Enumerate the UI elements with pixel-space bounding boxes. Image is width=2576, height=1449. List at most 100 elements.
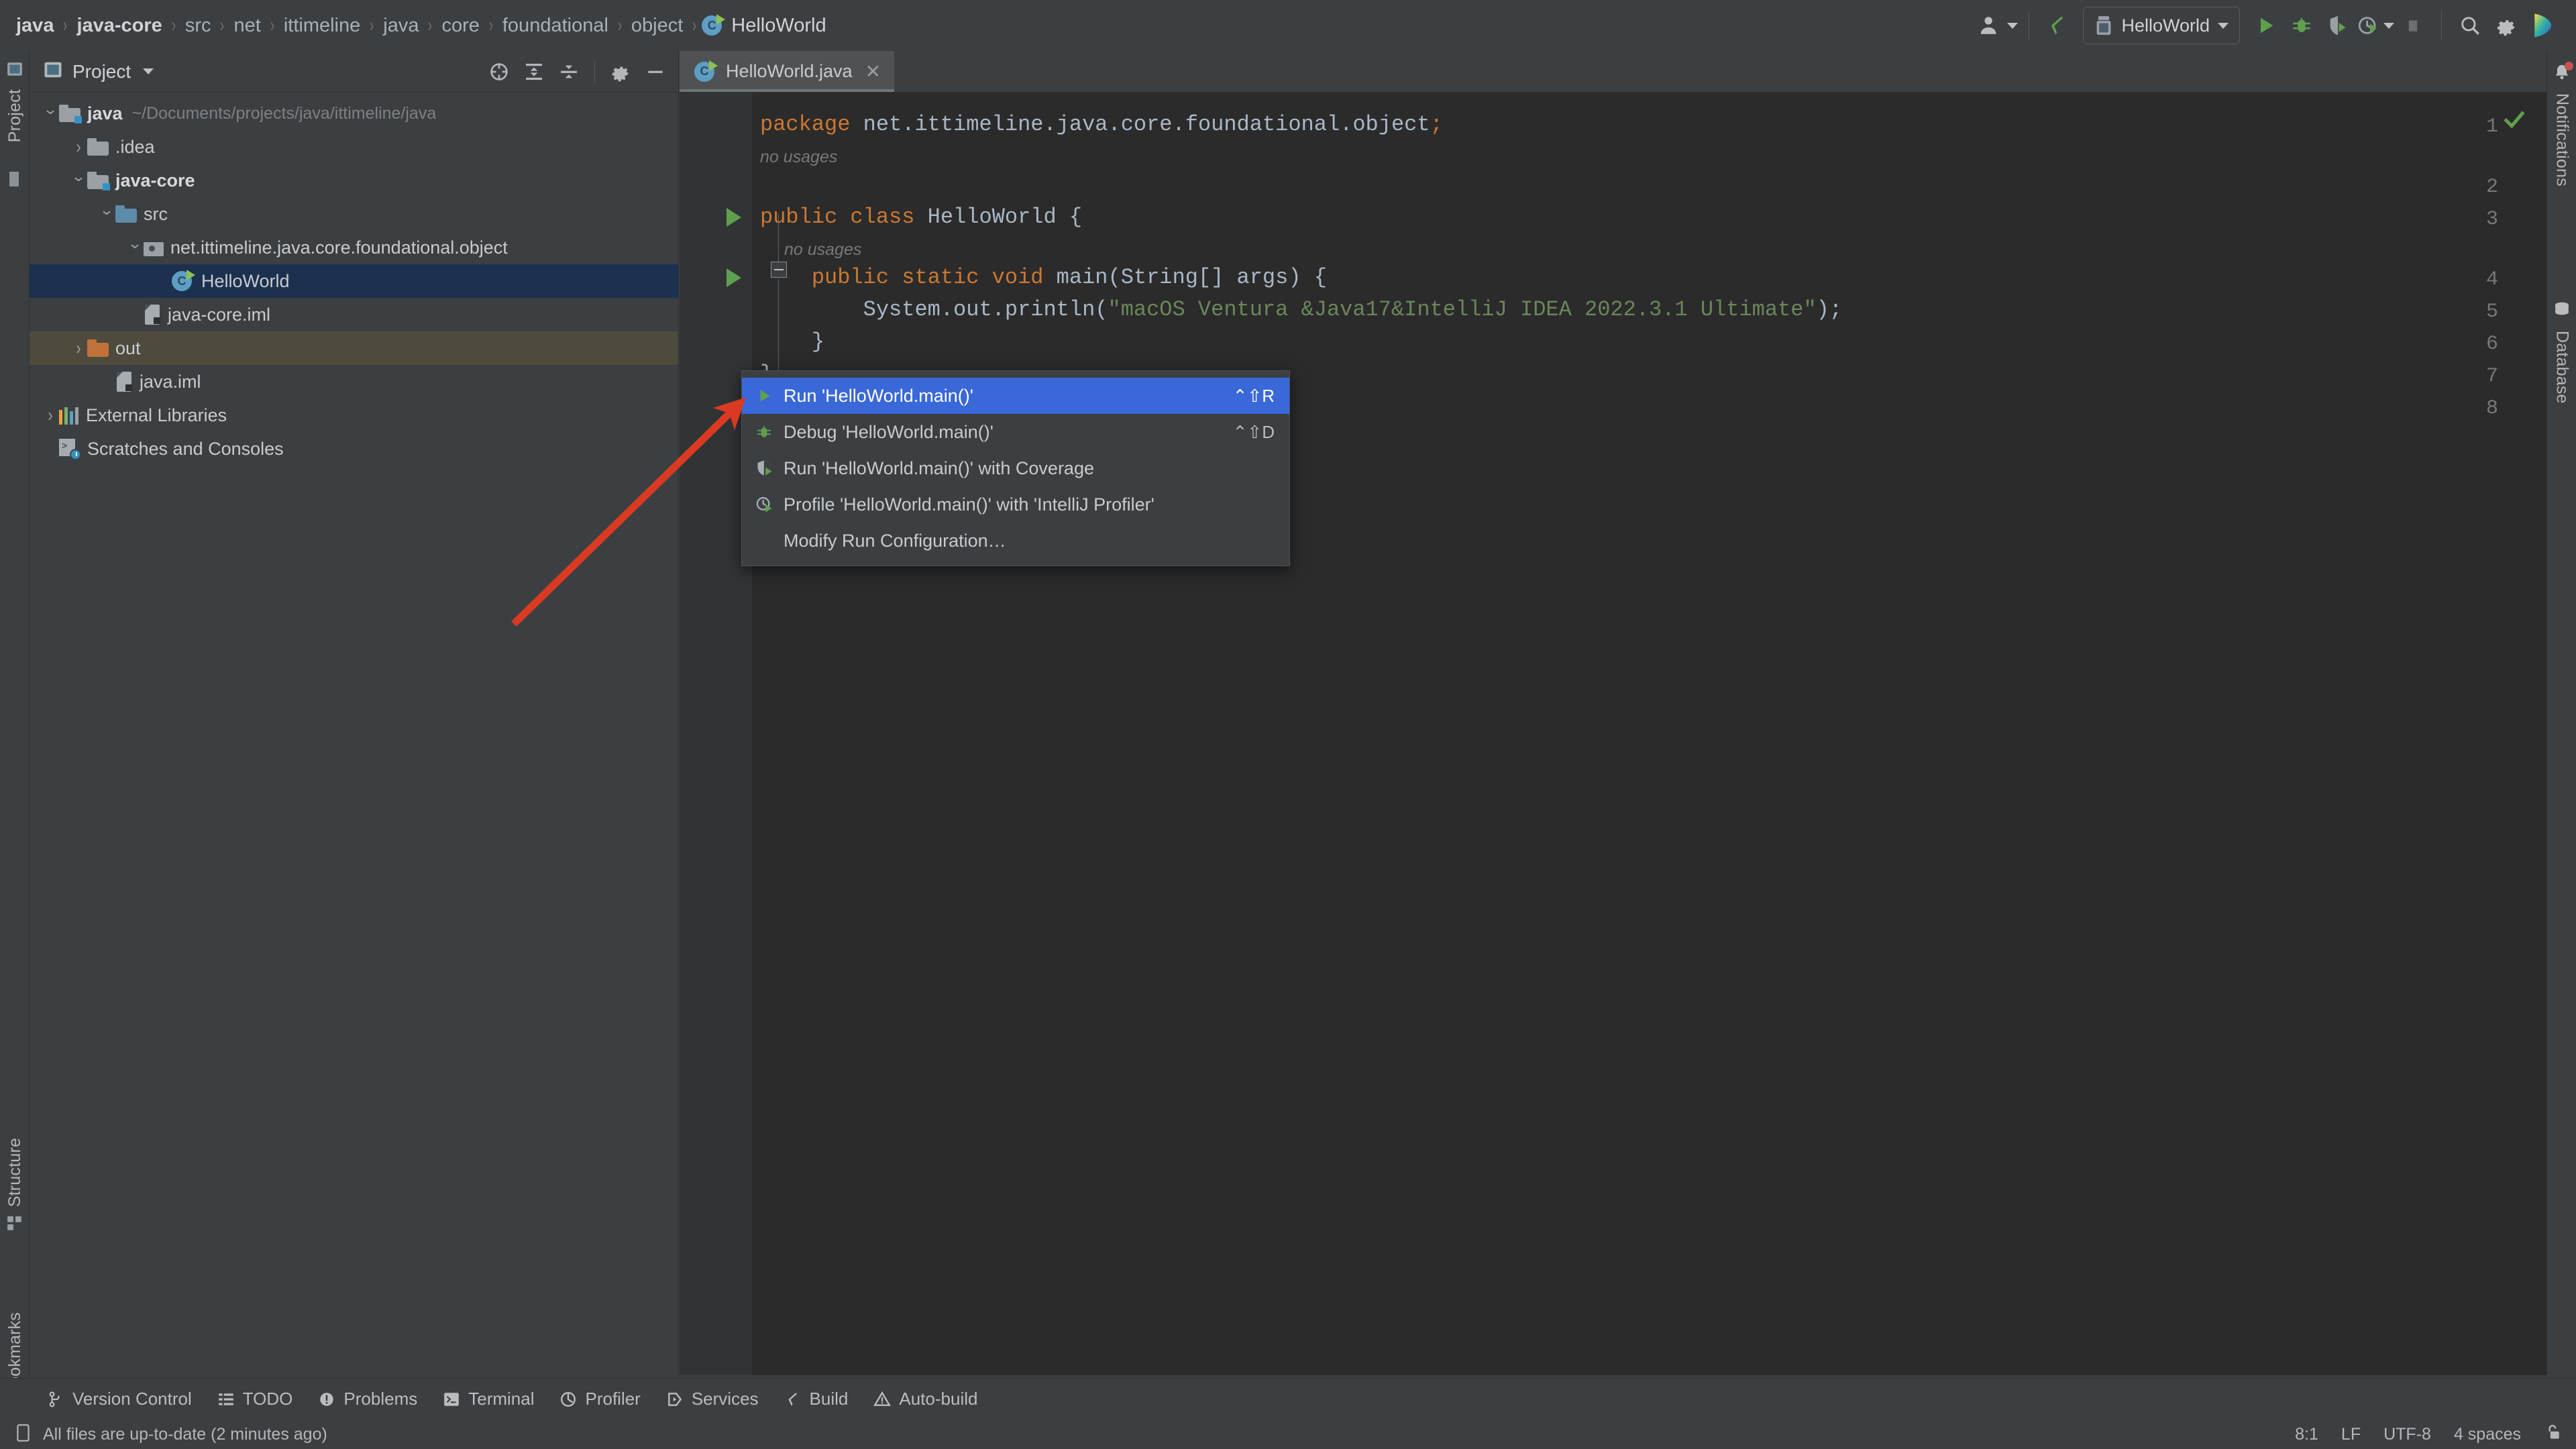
run-icon[interactable] xyxy=(2248,7,2283,44)
bottom-tab-problems[interactable]: Problems xyxy=(309,1383,427,1416)
bottom-tab-label: Problems xyxy=(343,1389,418,1409)
code-canvas[interactable]: 12345678 package net.ittimeline.java.cor… xyxy=(680,93,2546,1375)
bottom-tool-bar: Version Control TODO Problems Terminal Profi… xyxy=(0,1378,2576,1419)
build-hammer-icon[interactable] xyxy=(2040,7,2075,44)
breadcrumb-item[interactable]: HelloWorld xyxy=(727,15,830,37)
menu-item-debug-helloworld-main[interactable]: Debug 'HelloWorld.main()' ⌃⇧D xyxy=(742,414,1289,450)
bottom-tab-terminal[interactable]: Terminal xyxy=(433,1383,543,1416)
sidebar-item-commit[interactable] xyxy=(0,170,30,191)
tree-node-java-core-iml[interactable]: java-core.iml xyxy=(30,298,678,331)
project-panel-header: Project xyxy=(30,51,678,93)
run-context-menu: Run 'HelloWorld.main()' ⌃⇧R Debug 'HelloWo… xyxy=(741,370,1290,566)
breadcrumb-item[interactable]: core xyxy=(437,15,483,37)
menu-item-run-helloworld-main[interactable]: Run 'HelloWorld.main()' ⌃⇧R xyxy=(742,378,1289,414)
chevron-down-icon[interactable]: ⌄ xyxy=(96,201,118,219)
inspection-ok-checkmark[interactable] xyxy=(2502,107,2526,135)
code-token: main(String[] args) { xyxy=(1056,265,1327,290)
tree-node-java[interactable]: ⌄ java ~/Documents/projects/java/ittimelin… xyxy=(30,97,678,130)
tree-node-label: src xyxy=(144,203,168,224)
expand-all-icon[interactable] xyxy=(522,60,546,84)
tree-node-net-ittimeline-java-core-foundational-object[interactable]: ⌄ net.ittimeline.java.core.foundational.o… xyxy=(30,231,678,264)
breadcrumb-item[interactable]: foundational xyxy=(498,15,612,37)
tree-node--idea[interactable]: › .idea xyxy=(30,130,678,164)
project-tree: ⌄ java ~/Documents/projects/java/ittimelin… xyxy=(30,93,678,466)
tree-node-src[interactable]: ⌄ src xyxy=(30,197,678,231)
tree-node-external-libraries[interactable]: › External Libraries xyxy=(30,398,678,432)
tree-node-java-core[interactable]: ⌄ java-core xyxy=(30,164,678,197)
chevron-right-icon[interactable]: › xyxy=(70,136,87,158)
code-line: System.out.println("macOS Ventura &Java1… xyxy=(760,299,1842,321)
tree-node-label: Scratches and Consoles xyxy=(87,438,284,459)
version-control-icon xyxy=(47,1391,64,1408)
breadcrumb-item[interactable]: net xyxy=(229,15,264,37)
menu-item-run-helloworld-main-with-coverage[interactable]: Run 'HelloWorld.main()' with Coverage xyxy=(742,450,1289,486)
search-icon[interactable] xyxy=(2453,7,2487,44)
run-with-coverage-icon[interactable] xyxy=(2320,7,2355,44)
bottom-tab-profiler[interactable]: Profiler xyxy=(550,1383,649,1416)
chevron-down-icon[interactable]: ⌄ xyxy=(68,168,90,185)
libraries-icon xyxy=(59,406,79,425)
code-fold-marker[interactable] xyxy=(771,262,787,278)
unlocked-padlock-icon[interactable] xyxy=(2544,1424,2561,1446)
menu-item-profile-helloworld-main-with-intellij-profiler[interactable]: Profile 'HelloWorld.main()' with 'Intell… xyxy=(742,486,1289,523)
run-icon xyxy=(755,387,784,405)
menu-item-modify-run-configuration[interactable]: Modify Run Configuration… xyxy=(742,523,1289,559)
chevron-right-icon[interactable]: › xyxy=(42,405,59,427)
module-folder-icon xyxy=(87,172,110,191)
bottom-tab-services[interactable]: Services xyxy=(657,1383,768,1416)
sidebar-item-database[interactable]: Database xyxy=(2547,301,2576,404)
bottom-tab-auto-build[interactable]: Auto-build xyxy=(864,1383,987,1416)
code-token: "macOS Ventura &Java17&IntelliJ IDEA 202… xyxy=(1108,297,1817,322)
tree-node-scratches-and-consoles[interactable]: > Scratches and Consoles xyxy=(30,432,678,466)
code-line: public class HelloWorld { xyxy=(760,207,1082,228)
breadcrumb-item[interactable]: java xyxy=(12,15,58,37)
terminal-icon xyxy=(443,1391,460,1408)
bottom-tab-todo[interactable]: TODO xyxy=(208,1383,303,1416)
profiler-icon[interactable] xyxy=(2357,7,2394,44)
user-account-icon[interactable] xyxy=(1979,7,2019,44)
tree-node-label: net.ittimeline.java.core.foundational.ob… xyxy=(170,237,508,258)
sidebar-item-project[interactable]: Project xyxy=(0,55,30,142)
gear-icon[interactable] xyxy=(2489,7,2524,44)
chevron-right-icon[interactable]: › xyxy=(70,337,87,360)
menu-item-shortcut: ⌃⇧D xyxy=(1232,421,1275,442)
run-configuration-selector[interactable]: HelloWorld xyxy=(2083,7,2240,44)
commit-icon xyxy=(7,170,23,191)
breadcrumb-separator: › xyxy=(428,14,433,36)
tree-node-out[interactable]: › out xyxy=(30,331,678,365)
gutter-run-icon[interactable] xyxy=(727,208,741,227)
gutter-run-icon[interactable] xyxy=(727,268,741,287)
tree-node-java-iml[interactable]: java.iml xyxy=(30,365,678,398)
intellij-logo-icon[interactable] xyxy=(2525,7,2560,44)
code-line: } xyxy=(760,331,824,353)
chevron-down-icon[interactable]: ⌄ xyxy=(124,235,146,252)
indent-setting[interactable]: 4 spaces xyxy=(2454,1425,2521,1444)
close-icon[interactable]: ✕ xyxy=(865,62,881,81)
breadcrumb-item[interactable]: java-core xyxy=(72,15,166,37)
line-separator[interactable]: LF xyxy=(2341,1425,2361,1444)
chevron-down-icon[interactable] xyxy=(143,68,154,74)
gear-icon[interactable] xyxy=(608,60,633,84)
breadcrumb-item[interactable]: object xyxy=(627,15,687,37)
debug-bug-icon[interactable] xyxy=(2284,7,2319,44)
sidebar-item-notifications[interactable]: Notifications xyxy=(2547,59,2576,186)
chevron-down-icon[interactable]: ⌄ xyxy=(40,101,62,118)
sidebar-item-structure[interactable]: Structure xyxy=(0,1138,30,1236)
tree-node-label: java.iml xyxy=(140,371,201,392)
bottom-tab-label: Terminal xyxy=(468,1389,535,1409)
select-opened-file-icon[interactable] xyxy=(487,60,511,84)
breadcrumb-item[interactable]: src xyxy=(181,15,215,37)
editor-tab-helloworld[interactable]: C HelloWorld.java ✕ xyxy=(680,51,895,92)
bottom-tab-build[interactable]: Build xyxy=(775,1383,858,1416)
stop-icon[interactable] xyxy=(2396,7,2430,44)
breadcrumb-item[interactable]: java xyxy=(379,15,423,37)
collapse-all-icon[interactable] xyxy=(557,60,581,84)
bottom-tab-version-control[interactable]: Version Control xyxy=(38,1383,201,1416)
file-encoding[interactable]: UTF-8 xyxy=(2383,1425,2431,1444)
code-text[interactable]: package net.ittimeline.java.core.foundat… xyxy=(752,93,2546,1375)
caret-position[interactable]: 8:1 xyxy=(2295,1425,2318,1444)
bottom-tab-label: Profiler xyxy=(585,1389,641,1409)
tree-node-helloworld[interactable]: C HelloWorld xyxy=(30,264,678,298)
hide-icon[interactable] xyxy=(643,60,667,84)
breadcrumb-item[interactable]: ittimeline xyxy=(280,15,364,37)
